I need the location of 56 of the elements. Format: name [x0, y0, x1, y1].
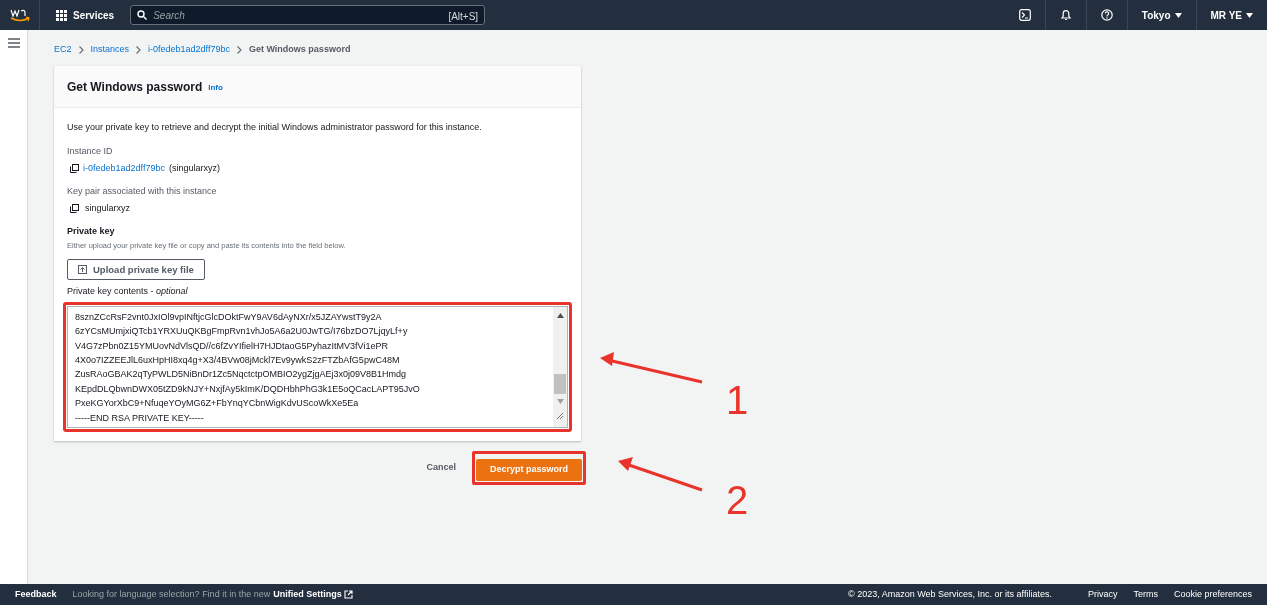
info-link[interactable]: Info [208, 81, 223, 94]
grid-icon [56, 9, 67, 21]
key-line: KEpdDLQbwnDWX05tZD9kNJY+NxjfAy5kImK/DQDHbhPhG3k1E5oQCacLAPT95JvO [75, 382, 421, 396]
key-line: 6zYCsMUmjxiQTcb1YRXUuQKBgFmpRvn1vhJo5A6a2U0JwTG/I76bzDO7LjqyLf+y [75, 325, 409, 339]
footer-link[interactable]: Cookie preferences [1173, 587, 1252, 602]
account-menu[interactable]: MR YE [1196, 0, 1267, 30]
scroll-up-icon[interactable] [556, 312, 564, 318]
caret-icon [1246, 12, 1253, 18]
description-text: Use your private key to retrieve and decrypt the initial Windows administrator password for this instance. [67, 121, 483, 134]
annotation-number: 1 [726, 380, 749, 420]
shortcut-hint: [Alt+S] [448, 10, 479, 24]
upload-button[interactable]: Upload private key file [67, 259, 205, 281]
terminal-icon[interactable] [1018, 9, 1031, 21]
instance-link[interactable]: i-0fedeb1ad2dff79bc [83, 162, 165, 176]
field-label: Private key contents - optional [67, 285, 189, 299]
key-line: PxeKGYorXbC9+NfuqeYOyMG6Z+FbYnqYCbnWigKdvUScoWkXe5Ea [75, 397, 360, 411]
key-line: -----END RSA PRIVATE KEY----- [75, 411, 205, 425]
breadcrumb-current: Get Windows password [248, 43, 351, 57]
search-icon [137, 10, 148, 20]
breadcrumb-link[interactable]: EC2 [54, 43, 72, 57]
services-menu[interactable]: Services [40, 7, 131, 23]
chevron-icon [236, 46, 242, 54]
external-link-icon [343, 590, 353, 599]
bell-icon[interactable] [1059, 9, 1072, 21]
instance-name: (singularxyz) [168, 162, 220, 175]
feedback-link[interactable]: Feedback [15, 587, 57, 602]
panel-title: Get Windows password [67, 78, 203, 96]
key-line: V4G7zPbn0Z15YMUovNdVlsQD//c6fZvYIfielH7HJDtaoG5PyhazItMV3fVi1ePR [75, 339, 389, 353]
help-icon[interactable] [1100, 9, 1113, 21]
copy-icon[interactable] [70, 204, 79, 214]
field-label: Key pair associated with this instance [67, 184, 218, 198]
breadcrumb-link[interactable]: i-0fedeb1ad2dff79bc [148, 43, 230, 57]
footer-link[interactable]: Terms [1133, 587, 1158, 602]
copyright-text: © 2023, Amazon Web Services, Inc. or its affiliates. [848, 587, 1052, 601]
key-line: 8sznZCcRsF2vnt0JxIOl9vpINftjcGlcDOktFwY9AV6dAyNXr/x5JZAYwstT9y2A [75, 310, 383, 324]
resize-handle-icon[interactable] [556, 411, 564, 420]
breadcrumb-link[interactable]: Instances [90, 43, 130, 57]
key-line: 4X0o7IZZEEJlL6uxHpHI8xq4g+X3/4BVw08jMckl7Ev9ywkS2zFTZbAfG5pwC48M [75, 353, 401, 367]
region-menu[interactable]: Tokyo [1127, 0, 1197, 30]
chevron-icon [78, 46, 84, 54]
language-note: Looking for language selection? Find it in the new [72, 587, 271, 601]
cancel-button[interactable]: Cancel [426, 460, 456, 475]
upload-icon [78, 265, 87, 275]
scrollbar-thumb[interactable] [554, 373, 566, 394]
unified-settings-link[interactable]: Unified Settings [273, 587, 353, 602]
menu-icon[interactable] [7, 38, 20, 48]
scrollbar[interactable] [553, 306, 567, 427]
field-label: Instance ID [67, 144, 114, 158]
key-pair-name: singularxyz [85, 202, 131, 215]
field-label: Private key [67, 224, 116, 238]
copy-icon[interactable] [70, 164, 79, 174]
caret-icon [1174, 12, 1182, 18]
key-line: ZusRAoGBAK2qTyPWLD5NiBnDr1Zc5NqctctpOMBIO2ygZjgAEj3x0j09V8B1Hmdg [75, 368, 408, 382]
chevron-icon [136, 46, 142, 54]
footer-link[interactable]: Privacy [1087, 587, 1118, 602]
annotation-number: 2 [726, 480, 749, 520]
